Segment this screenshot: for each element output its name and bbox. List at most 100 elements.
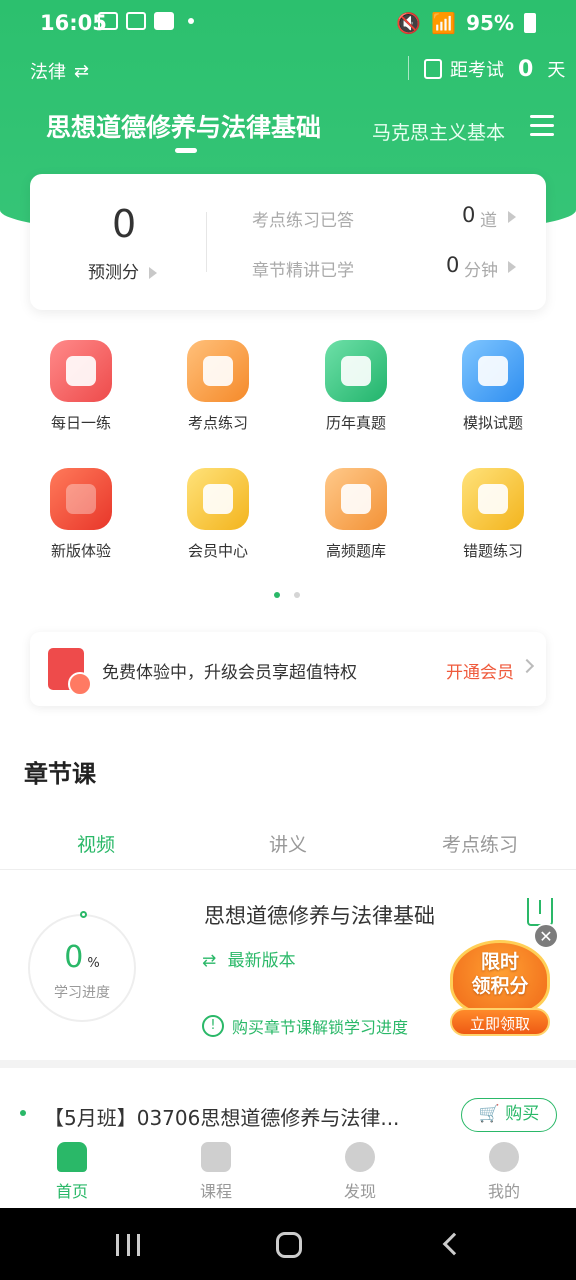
- nav-discover[interactable]: 发现: [315, 1142, 405, 1202]
- download-icon[interactable]: [527, 898, 553, 926]
- progress-value: 0%: [30, 940, 134, 975]
- status-bar: 16:05 🔇 📶 95%: [0, 0, 576, 46]
- buy-button[interactable]: 🛒 购买: [461, 1098, 557, 1132]
- subject-label: 法律: [30, 62, 66, 83]
- calendar-icon: [424, 59, 442, 79]
- compass-icon: [345, 1142, 375, 1172]
- status-right: 🔇 📶 95%: [396, 11, 536, 35]
- feature-wrong-practice[interactable]: 错题练习: [433, 468, 553, 561]
- battery-icon: [524, 13, 536, 33]
- status-notification-icons: [98, 12, 194, 30]
- wave-doc-icon: [325, 468, 387, 530]
- tab-secondary-subject[interactable]: 马克思主义基本: [372, 118, 505, 145]
- version-label: 最新版本: [227, 951, 296, 971]
- chevron-right-icon: [149, 267, 157, 279]
- progress-label: 学习进度: [54, 985, 110, 1001]
- chevron-right-icon: [508, 211, 516, 223]
- section-separator: [0, 1060, 576, 1068]
- nav-profile[interactable]: 我的: [459, 1142, 549, 1202]
- lightning-doc-icon: [187, 340, 249, 402]
- course-title: 思想道德修养与法律基础: [204, 904, 435, 928]
- member-upgrade-icon: [48, 648, 92, 696]
- exam-prefix: 距考试: [450, 60, 504, 81]
- mute-icon: 🔇: [396, 11, 422, 35]
- claim-now-button[interactable]: 立即领取: [450, 1008, 550, 1036]
- feature-daily-practice[interactable]: 每日一练: [21, 340, 141, 433]
- nav-label: 课程: [199, 1182, 232, 1201]
- version-switch[interactable]: ⇄ 最新版本: [202, 946, 296, 971]
- exam-days: 0: [518, 56, 534, 82]
- lecture-unit: 分钟: [464, 261, 498, 281]
- exam-suffix: 天: [547, 60, 566, 81]
- wrong-x-icon: [462, 468, 524, 530]
- course-book-icon: [201, 1142, 231, 1172]
- doc-icon: [325, 340, 387, 402]
- feature-label: 新版体验: [50, 542, 111, 560]
- lecture-stat-row[interactable]: 章节精讲已学 0 分钟: [252, 253, 522, 281]
- home-button-icon[interactable]: [276, 1232, 302, 1258]
- wifi-icon: 📶: [431, 11, 457, 35]
- nav-label: 我的: [487, 1182, 520, 1201]
- info-icon: !: [202, 1015, 224, 1037]
- pager-dot: [294, 592, 300, 598]
- subject-switch[interactable]: 法律 ⇄: [30, 58, 89, 84]
- points-promo-badge[interactable]: 限时 领积分 立即领取: [446, 936, 554, 1038]
- recent-apps-icon[interactable]: [116, 1234, 140, 1256]
- feature-member-center[interactable]: 会员中心: [158, 468, 278, 561]
- pager-dot-active: [274, 592, 280, 598]
- nav-home[interactable]: 首页: [27, 1142, 117, 1202]
- feature-label: 每日一练: [50, 414, 111, 432]
- menu-icon[interactable]: [530, 115, 554, 137]
- predict-score-link[interactable]: 预测分: [88, 258, 157, 283]
- feature-past-exams[interactable]: 历年真题: [296, 340, 416, 433]
- lecture-label: 章节精讲已学: [252, 261, 354, 281]
- practice-unit: 道: [480, 211, 497, 231]
- feature-new-version[interactable]: 新版体验: [21, 468, 141, 561]
- feature-label: 会员中心: [187, 542, 248, 560]
- feature-mock-tests[interactable]: 模拟试题: [433, 340, 553, 433]
- header-divider: [408, 56, 409, 80]
- practice-stat-row[interactable]: 考点练习已答 0 道: [252, 203, 522, 231]
- progress-number: 0: [64, 940, 84, 975]
- chevron-right-icon: [508, 261, 516, 273]
- profile-icon: [489, 1142, 519, 1172]
- unlock-progress-link[interactable]: ! 购买章节课解锁学习进度: [202, 1014, 408, 1038]
- promo-banner[interactable]: 免费体验中，升级会员享超值特权 开通会员: [30, 632, 546, 706]
- tab-underline: [175, 148, 197, 153]
- nav-courses[interactable]: 课程: [171, 1142, 261, 1202]
- badge-line2: 领积分: [471, 975, 529, 997]
- lecture-value: 0: [446, 253, 460, 277]
- rocket-icon: [50, 468, 112, 530]
- badge-line1: 限时: [480, 951, 519, 973]
- check-icon: [154, 12, 174, 30]
- tab-handout[interactable]: 讲义: [218, 830, 358, 857]
- list-item[interactable]: 【5月班】03706思想道德修养与法律... 🛒 购买: [0, 1090, 576, 1140]
- predict-score-label: 预测分: [88, 263, 139, 283]
- feature-point-practice[interactable]: 考点练习: [158, 340, 278, 433]
- tab-point-practice[interactable]: 考点练习: [410, 830, 550, 857]
- bullet-icon: [20, 1110, 26, 1116]
- promo-text: 免费体验中，升级会员享超值特权: [102, 663, 357, 683]
- home-icon: [57, 1142, 87, 1172]
- calendar-check-icon: [50, 340, 112, 402]
- feature-frequent-bank[interactable]: 高频题库: [296, 468, 416, 561]
- battery-percent: 95%: [466, 11, 514, 35]
- open-member-link[interactable]: 开通会员: [446, 658, 514, 683]
- swap-icon: ⇄: [74, 60, 90, 82]
- exam-countdown[interactable]: 距考试 0 天: [424, 56, 565, 82]
- gallery-icon: [98, 12, 118, 30]
- content-tabs: 视频 讲义 考点练习: [0, 826, 576, 870]
- tab-video[interactable]: 视频: [26, 830, 166, 857]
- close-icon[interactable]: ✕: [533, 923, 559, 949]
- back-icon[interactable]: [442, 1232, 466, 1256]
- feature-label: 错题练习: [462, 542, 523, 560]
- nav-label: 首页: [55, 1182, 88, 1201]
- tab-active-subject[interactable]: 思想道德修养与法律基础: [46, 108, 321, 144]
- badge-text: 限时 领积分: [446, 950, 554, 998]
- card-divider: [206, 212, 207, 272]
- bottom-nav: 首页 课程 发现 我的: [0, 1134, 576, 1208]
- crown-icon: [187, 468, 249, 530]
- status-time: 16:05: [40, 11, 107, 35]
- predict-score-value: 0: [112, 202, 137, 246]
- class-title: 【5月班】03706思想道德修养与法律...: [44, 1106, 400, 1130]
